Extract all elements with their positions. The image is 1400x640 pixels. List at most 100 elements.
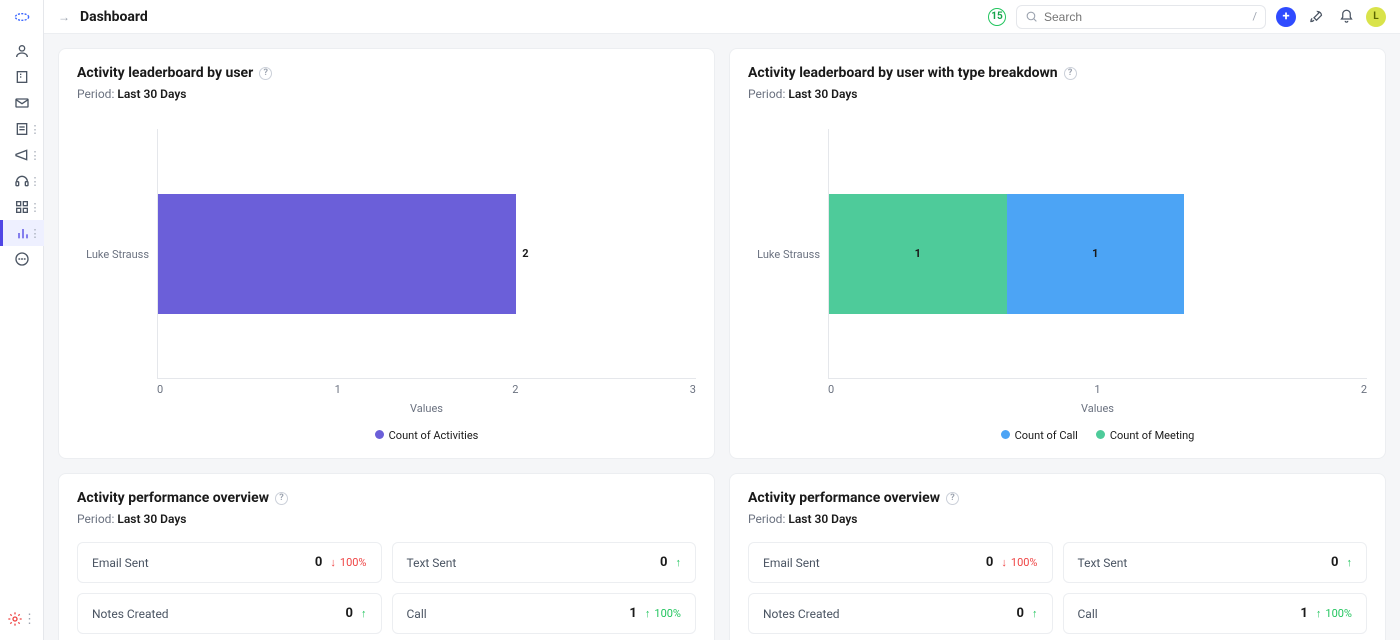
topbar: → Dashboard 15 / + L — [44, 0, 1400, 34]
card-period: Period: Last 30 Days — [748, 87, 1367, 101]
help-icon[interactable]: ? — [275, 492, 288, 505]
card-period: Period: Last 30 Days — [748, 512, 1367, 526]
kpi-tile: Email Sent 0 ↓ 100% — [748, 542, 1053, 583]
kpi-label: Text Sent — [407, 556, 457, 570]
chart-y-category: Luke Strauss — [77, 129, 157, 379]
sidebar-settings-icon[interactable]: ⋮ — [0, 606, 44, 632]
kpi-pct: 100% — [1325, 607, 1352, 620]
kpi-tile: Text Sent 0 ↑ — [392, 542, 697, 583]
kpi-pct: 100% — [654, 607, 681, 620]
kpi-value: 0 — [1331, 555, 1338, 570]
search-icon — [1025, 10, 1038, 23]
sidebar-item-notes[interactable]: ⋮ — [0, 116, 44, 142]
sidebar-item-inbox[interactable] — [0, 90, 44, 116]
card-period: Period: Last 30 Days — [77, 512, 696, 526]
card-activity-performance-right: Activity performance overview ? Period: … — [729, 473, 1386, 640]
sidebar-item-campaigns[interactable]: ⋮ — [0, 142, 44, 168]
add-button[interactable]: + — [1276, 7, 1296, 27]
trend-arrow-icon: ↑ — [676, 556, 682, 569]
kpi-value: 0 — [660, 555, 667, 570]
help-icon[interactable]: ? — [946, 492, 959, 505]
chart-bar-call: 1 — [1007, 194, 1185, 314]
chart-y-category: Luke Strauss — [748, 129, 828, 379]
chart-2: Luke Strauss 1 1 0 1 2 — [748, 129, 1367, 442]
search-input[interactable] — [1044, 10, 1246, 24]
page-title: Dashboard — [80, 9, 148, 25]
user-avatar[interactable]: L — [1366, 7, 1386, 27]
chart-legend: Count of Activities — [157, 429, 696, 442]
card-activity-leaderboard-breakdown: Activity leaderboard by user with type b… — [729, 48, 1386, 459]
kpi-grid: Email Sent0↓100%Text Sent0↑Notes Created… — [748, 542, 1367, 634]
sidebar-item-companies[interactable] — [0, 64, 44, 90]
chart-x-label: Values — [828, 402, 1367, 415]
chart-bar-meeting: 1 — [829, 194, 1007, 314]
more-dots-icon[interactable]: ⋮ — [30, 227, 41, 240]
kpi-value: 0 — [1017, 606, 1024, 621]
sidebar-item-support[interactable]: ⋮ — [0, 168, 44, 194]
kpi-label: Text Sent — [1078, 556, 1128, 570]
help-icon[interactable]: ? — [1064, 67, 1077, 80]
rocket-icon[interactable] — [1306, 9, 1326, 24]
kpi-pct: 100% — [340, 556, 367, 569]
sidebar-item-apps[interactable]: ⋮ — [0, 194, 44, 220]
chart-1: Luke Strauss 2 0 1 2 — [77, 129, 696, 442]
kpi-label: Call — [1078, 607, 1098, 621]
sidebar-item-reports[interactable]: ⋮ — [0, 220, 44, 246]
more-dots-icon[interactable]: ⋮ — [30, 201, 41, 214]
trend-arrow-icon: ↓ — [1001, 556, 1007, 569]
kpi-value: 0 — [986, 555, 993, 570]
content-area: Activity leaderboard by user ? Period: L… — [44, 34, 1400, 640]
kpi-value: 1 — [1300, 606, 1307, 621]
more-dots-icon[interactable]: ⋮ — [30, 149, 41, 162]
kpi-tile: Notes Created0↑ — [748, 593, 1053, 634]
legend-dot-icon — [375, 430, 384, 439]
card-title: Activity leaderboard by user with type b… — [748, 65, 1058, 81]
card-period: Period: Last 30 Days — [77, 87, 696, 101]
more-dots-icon[interactable]: ⋮ — [30, 123, 41, 136]
trend-arrow-icon: ↓ — [330, 556, 336, 569]
chart-x-label: Values — [157, 402, 696, 415]
legend-dot-icon — [1001, 430, 1010, 439]
trend-arrow-icon: ↑ — [1316, 607, 1322, 620]
trend-arrow-icon: ↑ — [1032, 607, 1038, 620]
trend-arrow-icon: ↑ — [1347, 556, 1353, 569]
kpi-tile: Text Sent 0 ↑ — [1063, 542, 1368, 583]
sidebar-item-contacts[interactable] — [0, 38, 44, 64]
sidebar: ⋮ ⋮ ⋮ ⋮ ⋮ ⋮ — [0, 0, 44, 640]
kpi-value: 1 — [629, 606, 636, 621]
kpi-tile: Notes Created 0 ↑ — [77, 593, 382, 634]
search-shortcut: / — [1252, 10, 1257, 23]
kpi-grid: Email Sent0↓100%Text Sent0↑Notes Created… — [77, 542, 696, 634]
kpi-value: 0 — [315, 555, 322, 570]
kpi-label: Notes Created — [92, 607, 169, 621]
chart-x-ticks: 0 1 2 3 — [157, 383, 696, 396]
bell-icon[interactable] — [1336, 9, 1356, 24]
chart-x-ticks: 0 1 2 — [828, 383, 1367, 396]
card-title: Activity leaderboard by user — [77, 65, 253, 81]
help-icon[interactable]: ? — [259, 67, 272, 80]
kpi-pct: 100% — [1011, 556, 1038, 569]
kpi-value: 0 — [346, 606, 353, 621]
more-dots-icon[interactable]: ⋮ — [23, 612, 36, 627]
sidebar-item-more[interactable] — [0, 246, 44, 272]
kpi-label: Email Sent — [92, 556, 149, 570]
card-title: Activity performance overview — [77, 490, 269, 506]
legend-dot-icon — [1096, 430, 1105, 439]
chart-bar-activities — [158, 194, 516, 314]
app-logo[interactable] — [9, 8, 35, 26]
trial-badge[interactable]: 15 — [988, 8, 1006, 26]
trend-arrow-icon: ↑ — [645, 607, 651, 620]
card-activity-leaderboard: Activity leaderboard by user ? Period: L… — [58, 48, 715, 459]
chart-bar-value: 2 — [522, 247, 528, 260]
breadcrumb-arrow-icon: → — [58, 10, 70, 24]
kpi-label: Email Sent — [763, 556, 820, 570]
trend-arrow-icon: ↑ — [361, 607, 367, 620]
more-dots-icon[interactable]: ⋮ — [30, 175, 41, 188]
kpi-label: Call — [407, 607, 427, 621]
search-box[interactable]: / — [1016, 5, 1266, 29]
card-activity-performance-left: Activity performance overview ? Period: … — [58, 473, 715, 640]
kpi-tile: Call 1 ↑100% — [1063, 593, 1368, 634]
chart-legend: Count of Call Count of Meeting — [828, 429, 1367, 442]
kpi-tile: Call 1 ↑100% — [392, 593, 697, 634]
card-title: Activity performance overview — [748, 490, 940, 506]
